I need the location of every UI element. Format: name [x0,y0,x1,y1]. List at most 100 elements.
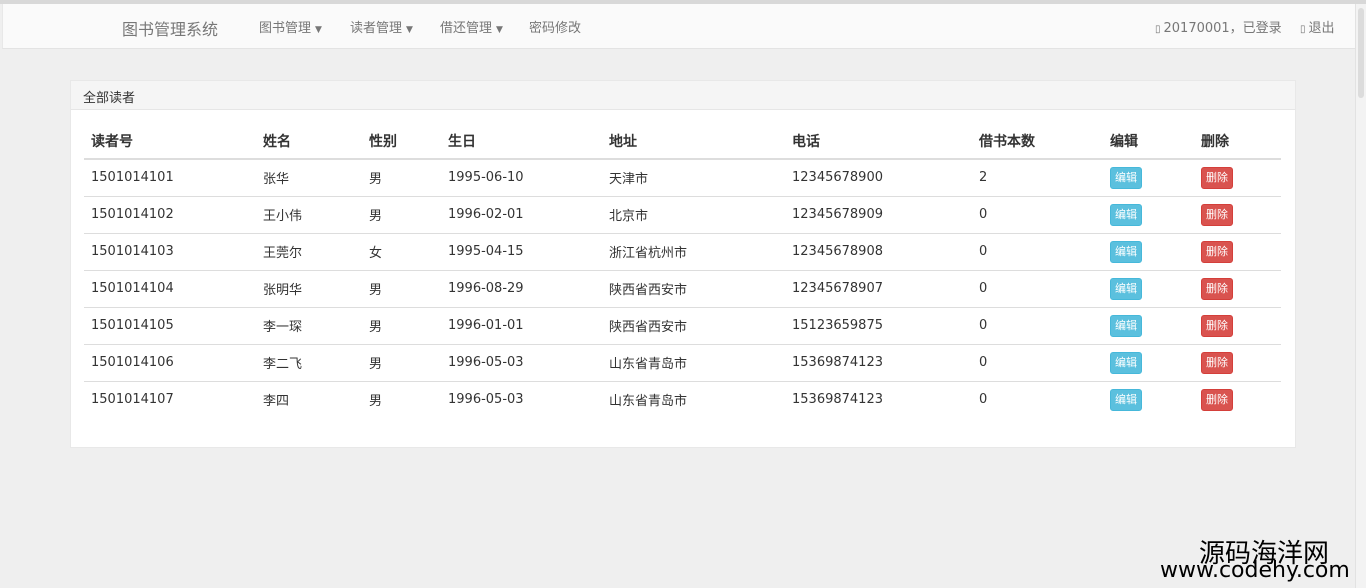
cell-birthday: 1996-01-01 [441,306,602,344]
caret-down-icon: ▼ [496,25,503,35]
table-row: 1501014103 王莞尔 女 1995-04-15 浙江省杭州市 12345… [84,232,1281,270]
cell-name: 张明华 [256,269,362,307]
cell-sex: 男 [362,380,441,418]
cell-edit: 编辑 [1103,306,1194,344]
cell-delete: 删除 [1194,232,1281,270]
table-row: 1501014102 王小伟 男 1996-02-01 北京市 12345678… [84,195,1281,233]
cell-borrowed: 2 [972,158,1103,196]
edit-button[interactable]: 编辑 [1110,166,1142,189]
cell-name: 王莞尔 [256,232,362,270]
cell-borrowed: 0 [972,269,1103,307]
cell-phone: 12345678907 [785,269,972,307]
logout-label: 退出 [1308,21,1335,36]
table-row: 1501014107 李四 男 1996-05-03 山东省青岛市 153698… [84,380,1281,418]
cell-borrowed: 0 [972,195,1103,233]
delete-button[interactable]: 删除 [1201,166,1233,189]
cell-name: 李二飞 [256,343,362,381]
caret-down-icon: ▼ [315,25,322,35]
cell-edit: 编辑 [1103,343,1194,381]
delete-button[interactable]: 删除 [1201,277,1233,300]
col-header-sex: 性别 [362,123,441,160]
cell-id: 1501014105 [84,306,256,344]
edit-button[interactable]: 编辑 [1110,203,1142,226]
cell-birthday: 1995-06-10 [441,158,602,196]
col-header-borrowed: 借书本数 [972,123,1103,160]
table-row: 1501014106 李二飞 男 1996-05-03 山东省青岛市 15369… [84,343,1281,381]
user-status[interactable]: ▯ 20170001，已登录 [1155,17,1282,36]
edit-button[interactable]: 编辑 [1110,351,1142,374]
cell-edit: 编辑 [1103,380,1194,418]
cell-phone: 12345678900 [785,158,972,196]
delete-button[interactable]: 删除 [1201,240,1233,263]
logout-link[interactable]: ▯ 退出 [1300,17,1335,36]
cell-delete: 删除 [1194,158,1281,196]
table-row: 1501014104 张明华 男 1996-08-29 陕西省西安市 12345… [84,269,1281,307]
cell-sex: 男 [362,158,441,196]
cell-address: 山东省青岛市 [602,343,785,381]
cell-birthday: 1996-08-29 [441,269,602,307]
cell-edit: 编辑 [1103,269,1194,307]
cell-id: 1501014104 [84,269,256,307]
cell-address: 陕西省西安市 [602,269,785,307]
readers-panel: 全部读者 读者号 姓名 性别 生日 地址 电话 借书本数 编辑 删除 15010… [70,80,1296,448]
cell-borrowed: 0 [972,380,1103,418]
cell-name: 张华 [256,158,362,196]
cell-address: 陕西省西安市 [602,306,785,344]
cell-edit: 编辑 [1103,158,1194,196]
cell-id: 1501014106 [84,343,256,381]
nav-password-change[interactable]: 密码修改 [529,17,581,36]
panel-title: 全部读者 [71,81,1295,110]
col-header-address: 地址 [602,123,785,160]
cell-sex: 男 [362,195,441,233]
col-header-phone: 电话 [785,123,972,160]
cell-id: 1501014101 [84,158,256,196]
cell-phone: 15123659875 [785,306,972,344]
cell-phone: 12345678909 [785,195,972,233]
edit-button[interactable]: 编辑 [1110,388,1142,411]
cell-id: 1501014103 [84,232,256,270]
col-header-name: 姓名 [256,123,362,160]
cell-birthday: 1996-05-03 [441,343,602,381]
navbar: 图书管理系统 图书管理 ▼ 读者管理 ▼ 借还管理 ▼ 密码修改 ▯ 20170001，… [2,4,1355,49]
brand-title[interactable]: 图书管理系统 [122,16,218,40]
col-header-id: 读者号 [84,123,256,160]
delete-button[interactable]: 删除 [1201,203,1233,226]
edit-button[interactable]: 编辑 [1110,314,1142,337]
nav-label: 读者管理 [350,21,403,36]
cell-address: 天津市 [602,158,785,196]
cell-address: 北京市 [602,195,785,233]
nav-book-management[interactable]: 图书管理 ▼ [259,17,322,36]
nav-label: 图书管理 [259,21,312,36]
cell-delete: 删除 [1194,343,1281,381]
cell-delete: 删除 [1194,380,1281,418]
nav-reader-management[interactable]: 读者管理 ▼ [350,17,413,36]
user-status-text: 20170001，已登录 [1163,21,1282,36]
cell-id: 1501014102 [84,195,256,233]
cell-borrowed: 0 [972,306,1103,344]
cell-phone: 12345678908 [785,232,972,270]
delete-button[interactable]: 删除 [1201,314,1233,337]
cell-birthday: 1996-05-03 [441,380,602,418]
cell-sex: 男 [362,269,441,307]
delete-button[interactable]: 删除 [1201,388,1233,411]
col-header-delete: 删除 [1194,123,1281,160]
cell-delete: 删除 [1194,195,1281,233]
page-scrollbar[interactable] [1355,4,1366,588]
cell-phone: 15369874123 [785,343,972,381]
delete-button[interactable]: 删除 [1201,351,1233,374]
nav-borrow-management[interactable]: 借还管理 ▼ [440,17,503,36]
cell-edit: 编辑 [1103,232,1194,270]
cell-sex: 女 [362,232,441,270]
edit-button[interactable]: 编辑 [1110,240,1142,263]
col-header-edit: 编辑 [1103,123,1194,160]
cell-birthday: 1996-02-01 [441,195,602,233]
scrollbar-thumb[interactable] [1358,8,1364,98]
table-row: 1501014101 张华 男 1995-06-10 天津市 123456789… [84,158,1281,196]
cell-name: 李四 [256,380,362,418]
edit-button[interactable]: 编辑 [1110,277,1142,300]
cell-address: 山东省青岛市 [602,380,785,418]
cell-borrowed: 0 [972,232,1103,270]
table-header-row: 读者号 姓名 性别 生日 地址 电话 借书本数 编辑 删除 [84,123,1281,160]
cell-edit: 编辑 [1103,195,1194,233]
cell-address: 浙江省杭州市 [602,232,785,270]
